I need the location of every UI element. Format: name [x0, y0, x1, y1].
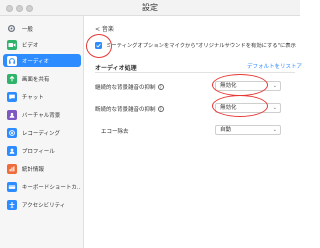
- sidebar-item-share-screen[interactable]: 画面を共有: [3, 72, 81, 85]
- sidebar-item-keyboard-shortcuts[interactable]: キーボードショートカ...: [3, 180, 81, 193]
- sidebar-item-label: 画面を共有: [21, 76, 50, 83]
- show-original-sound-label: ミーティングオプションをマイクから"オリジナルサウンドを有効にする"に表示: [106, 43, 296, 49]
- sidebar-item-label: チャット: [21, 94, 44, 101]
- stats-icon: [7, 163, 17, 174]
- help-icon[interactable]: ?: [157, 84, 164, 90]
- video-icon: [7, 39, 17, 50]
- persistent-noise-select[interactable]: 無効化 ⌄: [215, 81, 281, 91]
- gear-icon: [7, 24, 17, 34]
- chat-icon: [7, 91, 17, 102]
- headphones-icon: [7, 55, 17, 66]
- help-icon[interactable]: ?: [157, 106, 164, 112]
- screen-share-icon: [7, 73, 17, 84]
- sidebar-item-profile[interactable]: プロフィール: [3, 144, 81, 157]
- echo-cancellation-text: エコー除去: [101, 129, 129, 135]
- restore-defaults-link[interactable]: デフォルトをリストア: [247, 62, 302, 70]
- chevron-updown-icon: ⌄: [272, 105, 277, 111]
- intermittent-noise-text: 断続的な背景雑音の抑制: [95, 107, 156, 113]
- intermittent-noise-label: 断続的な背景雑音の抑制 ?: [95, 105, 164, 113]
- sidebar-item-label: 一般: [21, 26, 33, 33]
- chevron-updown-icon: ⌄: [272, 83, 277, 89]
- echo-cancellation-select[interactable]: 自動 ⌄: [215, 125, 281, 135]
- sidebar-item-label: オーディオ: [21, 58, 49, 65]
- intermittent-noise-value: 無効化: [220, 105, 237, 111]
- intermittent-noise-select[interactable]: 無効化 ⌄: [215, 103, 281, 113]
- back-link[interactable]: < 音楽: [95, 24, 114, 33]
- sidebar: 一般 ビデオ オーディオ 画面を共有 チャット バーチャル背景 レコーディング …: [0, 16, 84, 248]
- show-original-sound-checkbox[interactable]: [95, 42, 102, 49]
- title-bar: 設定: [0, 0, 300, 16]
- profile-icon: [7, 145, 17, 156]
- sidebar-item-accessibility[interactable]: アクセシビリティ: [3, 198, 81, 211]
- sidebar-item-general[interactable]: 一般: [3, 22, 81, 35]
- sidebar-item-label: バーチャル背景: [21, 112, 61, 119]
- echo-cancellation-value: 自動: [220, 127, 232, 133]
- sidebar-item-label: プロフィール: [21, 148, 55, 155]
- audio-processing-heading: オーディオ処理: [95, 65, 137, 72]
- sidebar-item-virtual-background[interactable]: バーチャル背景: [3, 108, 81, 121]
- sidebar-item-chat[interactable]: チャット: [3, 90, 81, 103]
- sidebar-item-recording[interactable]: レコーディング: [3, 126, 81, 139]
- accessibility-icon: [7, 199, 17, 210]
- sidebar-item-label: アクセシビリティ: [21, 202, 66, 209]
- record-icon: [7, 127, 17, 138]
- keyboard-icon: [7, 181, 17, 192]
- sidebar-item-statistics[interactable]: 統計情報: [3, 162, 81, 175]
- section-divider: [95, 72, 295, 73]
- sidebar-item-label: 統計情報: [21, 166, 44, 173]
- sidebar-item-label: レコーディング: [21, 130, 60, 137]
- audio-settings-panel: < 音楽 ミーティングオプションをマイクから"オリジナルサウンドを有効にする"に…: [85, 16, 302, 248]
- sidebar-item-label: キーボードショートカ...: [21, 184, 81, 191]
- window-title: 設定: [142, 3, 158, 12]
- echo-cancellation-label: エコー除去: [101, 127, 129, 135]
- sidebar-item-video[interactable]: ビデオ: [3, 38, 81, 51]
- persistent-noise-value: 無効化: [220, 83, 237, 89]
- persistent-noise-text: 継続的な背景雑音の抑制: [95, 85, 156, 91]
- background-icon: [7, 109, 17, 120]
- sidebar-item-label: ビデオ: [21, 42, 39, 49]
- persistent-noise-label: 継続的な背景雑音の抑制 ?: [95, 83, 164, 91]
- chevron-updown-icon: ⌄: [272, 127, 277, 133]
- sidebar-item-audio[interactable]: オーディオ: [3, 54, 81, 67]
